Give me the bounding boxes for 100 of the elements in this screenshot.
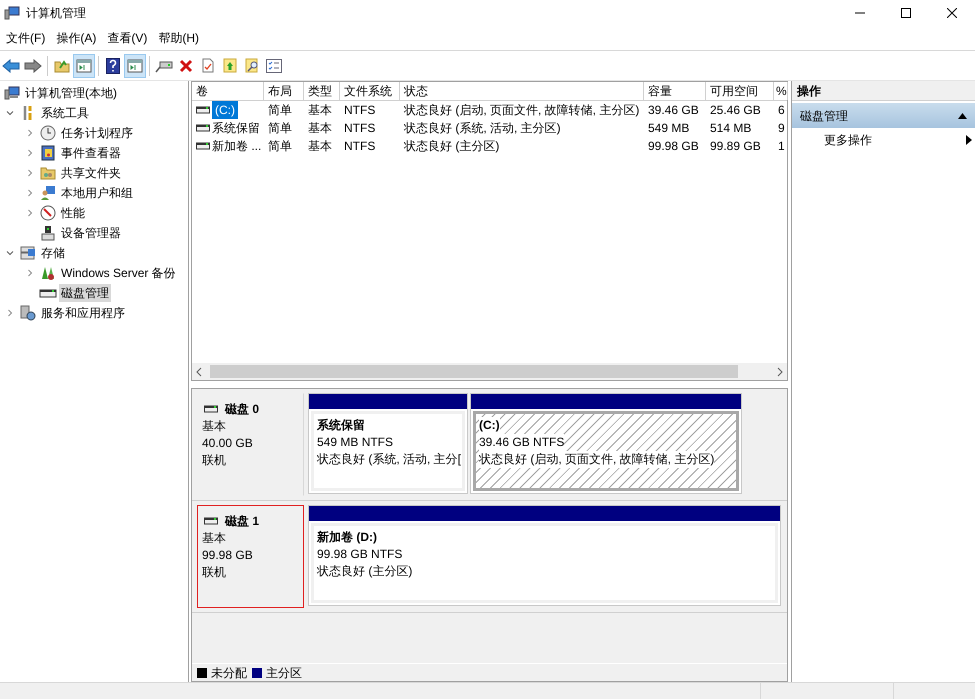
disk-name: 磁盘 1 xyxy=(225,513,260,530)
device-icon xyxy=(41,225,55,241)
delete-icon xyxy=(179,58,193,72)
tree-item[interactable]: 磁盘管理 xyxy=(59,284,111,302)
disk-info-panel[interactable]: 磁盘 1 基本 99.98 GB 联机 xyxy=(197,505,304,608)
column-header[interactable]: 类型 xyxy=(304,82,340,100)
tree-item[interactable]: 设备管理器 xyxy=(59,224,123,242)
disk-drive-icon xyxy=(196,124,210,132)
table-cell-text: 514 MB xyxy=(710,120,752,137)
table-cell-text: 新加卷 ... xyxy=(212,138,262,155)
notebook-icon xyxy=(41,145,55,161)
users-icon xyxy=(40,185,56,201)
submenu-arrow-icon xyxy=(966,135,972,145)
partition-size: 39.46 GB NTFS xyxy=(479,434,564,451)
clock-icon xyxy=(40,125,56,141)
disk-drive-icon xyxy=(204,517,218,525)
tree-item[interactable]: 服务和应用程序 xyxy=(39,304,127,322)
forward-arrow-icon xyxy=(24,58,42,72)
partition-status: 状态良好 (主分区) xyxy=(317,563,412,580)
tree-item[interactable]: 性能 xyxy=(59,204,87,222)
folder-search-icon xyxy=(244,58,260,73)
menu-item[interactable]: 查看(V) xyxy=(102,28,152,48)
table-cell-text: 549 MB xyxy=(648,120,690,137)
column-header[interactable]: 布局 xyxy=(264,82,304,100)
help-icon xyxy=(106,58,120,74)
table-cell-text: 基本 xyxy=(308,102,332,119)
disk-type: 基本 xyxy=(202,530,227,547)
column-header[interactable]: % xyxy=(774,82,788,100)
computer-icon xyxy=(4,6,20,20)
column-header[interactable]: 容量 xyxy=(644,82,706,100)
disk-status: 联机 xyxy=(202,564,227,581)
folder-icon xyxy=(54,58,70,72)
tree-item[interactable]: 系统工具 xyxy=(39,104,91,122)
table-cell-text: 状态良好 (系统, 活动, 主分区) xyxy=(404,120,561,137)
table-cell-text: 1 xyxy=(778,138,785,155)
action-item[interactable]: 更多操作 xyxy=(792,128,975,152)
table-cell-text: NTFS xyxy=(344,138,376,155)
column-header[interactable]: 卷 xyxy=(192,82,264,100)
panel-icon xyxy=(127,58,143,72)
actions-header: 操作 xyxy=(792,81,975,101)
drive-icon xyxy=(155,58,173,72)
partition-block[interactable]: (C:) 39.46 GB NTFS 状态良好 (启动, 页面文件, 故障转储, 主分区) xyxy=(470,393,742,494)
toolbar-button[interactable] xyxy=(73,54,95,78)
collapse-icon xyxy=(958,112,967,118)
tree-item[interactable]: 计算机管理(本地) xyxy=(23,84,119,102)
tree-item[interactable]: 事件查看器 xyxy=(59,144,123,162)
menu-item[interactable]: 文件(F) xyxy=(1,28,50,48)
table-cell: (C:) xyxy=(212,101,238,119)
legend-label: 主分区 xyxy=(266,664,302,682)
computer-icon xyxy=(4,86,20,100)
scrollbar-thumb[interactable] xyxy=(210,365,738,378)
table-cell-text: 25.46 GB xyxy=(710,102,761,119)
document-check-icon xyxy=(202,58,214,73)
window-title: 计算机管理 xyxy=(26,5,86,22)
column-header[interactable]: 状态 xyxy=(400,82,644,100)
table-cell-text: 简单 xyxy=(268,120,292,137)
menu-item[interactable]: 帮助(H) xyxy=(153,28,204,48)
table-cell-text: NTFS xyxy=(344,120,376,137)
tree-item[interactable]: 存储 xyxy=(39,244,67,262)
partition-name: 新加卷 (D:) xyxy=(317,529,377,546)
gauge-icon xyxy=(40,205,56,221)
disk-type: 基本 xyxy=(202,418,227,435)
column-header[interactable]: 文件系统 xyxy=(340,82,400,100)
partition-block[interactable]: 新加卷 (D:) 99.98 GB NTFS 状态良好 (主分区) xyxy=(308,505,781,606)
table-cell-text: 基本 xyxy=(308,138,332,155)
tree-item[interactable]: 本地用户和组 xyxy=(59,184,135,202)
table-cell-text: 99.89 GB xyxy=(710,138,761,155)
panel-icon xyxy=(76,58,92,72)
table-cell-text: 39.46 GB xyxy=(648,102,699,119)
partition-block[interactable]: 系统保留 549 MB NTFS 状态良好 (系统, 活动, 主分[ xyxy=(308,393,468,494)
partition-name: (C:) xyxy=(479,417,500,434)
partition-status: 状态良好 (系统, 活动, 主分[ xyxy=(317,451,461,468)
disk-size: 99.98 GB xyxy=(202,547,254,564)
storage-icon xyxy=(20,246,36,260)
backup-icon xyxy=(40,265,56,281)
disk-status: 联机 xyxy=(202,452,227,469)
disk-drive-icon xyxy=(204,405,218,413)
back-arrow-icon xyxy=(2,58,20,72)
tree-item[interactable]: Windows Server 备份 xyxy=(59,264,178,282)
tree-item[interactable]: 任务计划程序 xyxy=(59,124,135,142)
column-header[interactable]: 可用空间 xyxy=(706,82,774,100)
table-cell-text: 状态良好 (启动, 页面文件, 故障转储, 主分区) xyxy=(404,102,640,119)
table-cell-text: 状态良好 (主分区) xyxy=(404,138,500,155)
disk-name: 磁盘 0 xyxy=(225,401,260,418)
table-cell-text: 简单 xyxy=(268,102,292,119)
table-cell-text: 系统保留 xyxy=(212,120,260,137)
table-cell-text: 基本 xyxy=(308,120,332,137)
menu-item[interactable]: 操作(A) xyxy=(51,28,102,48)
table-cell-text: 99.98 GB xyxy=(648,138,699,155)
table-cell-text: 6 xyxy=(778,102,785,119)
shared-folder-icon xyxy=(40,166,56,180)
close-icon xyxy=(947,8,957,18)
tree-item[interactable]: 共享文件夹 xyxy=(59,164,123,182)
toolbar-button[interactable] xyxy=(124,54,146,78)
maximize-icon xyxy=(901,8,911,18)
disk-size: 40.00 GB xyxy=(202,435,254,452)
actions-section-header[interactable]: 磁盘管理 xyxy=(792,103,975,128)
partition-name: 系统保留 xyxy=(317,417,365,434)
table-cell-text: 9 xyxy=(778,120,785,137)
disk-drive-icon xyxy=(39,287,57,299)
